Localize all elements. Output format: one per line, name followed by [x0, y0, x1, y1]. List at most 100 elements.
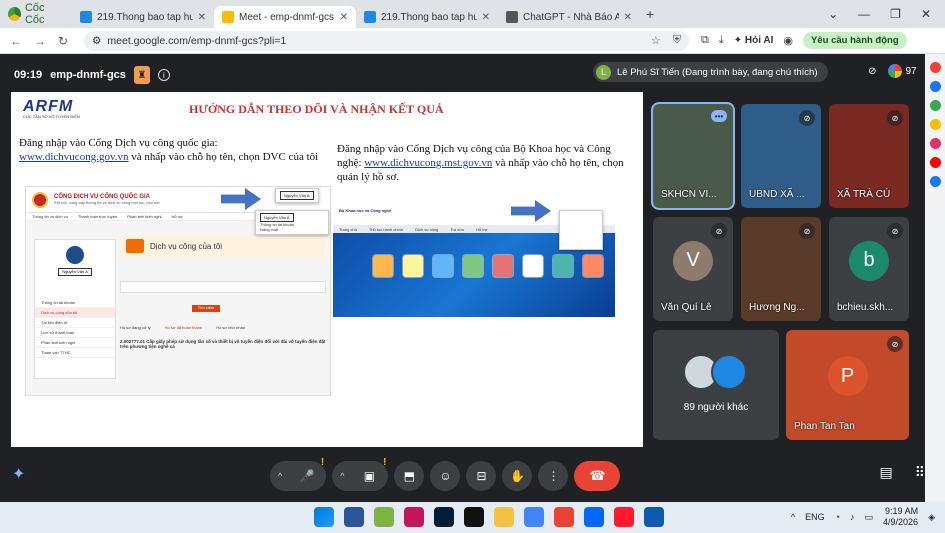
start-icon[interactable] — [314, 507, 334, 527]
notifications-icon[interactable]: ◈ — [928, 512, 935, 523]
camera-options-caret[interactable]: ^ — [336, 471, 348, 481]
clock[interactable]: 9:19 AM 4/9/2026 — [883, 506, 918, 528]
sidebar-app-icon[interactable] — [929, 100, 941, 111]
dropdown-item: Đăng xuất — [260, 227, 279, 232]
dichvucong-link: www.dichvucong.gov.vn — [19, 151, 129, 163]
more-options-button[interactable]: ⋮ — [538, 461, 569, 491]
my-services-header: Dịch vụ công của tôi — [120, 235, 326, 257]
emoji-button[interactable]: ☺ — [430, 461, 461, 491]
chevron-down-icon[interactable]: ⌄ — [828, 7, 838, 21]
others-tile[interactable]: 89 người khác — [653, 330, 779, 440]
close-tab-icon[interactable]: ✕ — [198, 12, 206, 23]
ask-ai-button[interactable]: ✦ Hỏi AI — [734, 35, 774, 46]
host-controls-icon[interactable]: ♜ — [133, 66, 150, 84]
mic-muted-icon: ⊘ — [799, 223, 815, 239]
photoshop-icon[interactable] — [434, 507, 454, 527]
minimize-icon[interactable]: — — [858, 7, 870, 21]
tiktok-icon[interactable] — [464, 507, 484, 527]
warning-icon: ! — [383, 457, 387, 468]
chrome-icon[interactable] — [524, 507, 544, 527]
language-indicator[interactable]: ENG — [805, 512, 825, 522]
participant-tile[interactable]: ••• SKHCN VI... — [653, 104, 733, 208]
browser-tab[interactable]: 219.Thong bao tap huan ve cap ✕ — [356, 6, 498, 28]
word-icon[interactable] — [344, 507, 364, 527]
mic-muted-icon: ⊘ — [887, 336, 903, 352]
service-tile-icon — [463, 255, 483, 277]
chat-icon[interactable]: ▤ — [880, 464, 893, 481]
close-tab-icon[interactable]: ✕ — [340, 12, 348, 23]
browser-tabbar: Cốc Cốc 219.Thong bao tap huan ve cap ✕ … — [0, 0, 945, 28]
close-icon[interactable]: ✕ — [921, 7, 931, 21]
browser-tab[interactable]: ChatGPT - Nhà Báo AI Pro ✕ — [498, 6, 640, 28]
opera-icon[interactable] — [614, 507, 634, 527]
app-icon[interactable] — [404, 507, 424, 527]
google-icon[interactable] — [554, 507, 574, 527]
participant-name: Văn Quí Lê — [661, 302, 712, 313]
mic-button[interactable]: 🎤! — [292, 457, 324, 491]
portal-menu-item: Hỗ trợ — [171, 214, 183, 219]
portal-search-button: Tìm kiếm — [192, 305, 220, 312]
extensions-icon[interactable]: ⧉ — [701, 34, 709, 47]
more-icon[interactable]: ••• — [711, 110, 727, 122]
wifi-icon[interactable]: ◔ — [835, 512, 840, 522]
info-icon[interactable]: i — [157, 69, 170, 81]
mic-options-caret[interactable]: ^ — [274, 471, 286, 481]
participant-tile[interactable]: P ⊘ Phan Tan Tan — [786, 330, 909, 440]
chevron-up-icon[interactable]: ^ — [791, 512, 795, 522]
maximize-icon[interactable]: ❐ — [890, 7, 901, 21]
participants-badge[interactable]: 97 — [888, 64, 917, 78]
url-field[interactable]: ⚙ meet.google.com/emp-dnmf-gcs?pli=1 ☆ ⛨ — [84, 30, 689, 51]
presenter-label: Lê Phú Sĩ Tiến (Đang trình bày, đang chú… — [617, 66, 818, 78]
participant-tile[interactable]: b ⊘ bchieu.skh... — [829, 217, 909, 321]
captions-button[interactable]: ⊟ — [466, 461, 497, 491]
messenger-icon[interactable] — [929, 81, 941, 92]
participant-tile[interactable]: ⊘ XÃ TRÀ CÚ — [829, 104, 909, 208]
volume-icon[interactable]: ♪ — [850, 512, 855, 522]
participant-name: UBND XÃ ... — [749, 189, 805, 200]
mic-muted-icon: ⊘ — [887, 223, 903, 239]
presenter-chip[interactable]: L Lê Phú Sĩ Tiến (Đang trình bày, đang c… — [593, 62, 828, 82]
reload-icon[interactable]: ↻ — [58, 34, 68, 48]
file-explorer-icon[interactable] — [494, 507, 514, 527]
mst-menu-item: Trang chủ — [339, 226, 357, 232]
close-tab-icon[interactable]: ✕ — [624, 12, 632, 23]
captions-off-icon[interactable]: ⊘ — [868, 66, 876, 77]
others-label: 89 người khác — [683, 402, 749, 413]
browser-tab[interactable]: Meet - emp-dnmf-gcs ✕ — [214, 6, 356, 28]
profile-icon[interactable]: ◉ — [783, 34, 793, 47]
camera-button[interactable]: ▣! — [354, 457, 386, 491]
arfm-subtitle: CỤC TẦN SỐ VÔ TUYẾN ĐIỆN — [23, 114, 80, 119]
downloads-icon[interactable]: ⤓ — [719, 34, 724, 47]
gemini-sparkle-icon[interactable]: ✦ — [12, 464, 25, 484]
participant-tile[interactable]: ⊘ UBND XÃ ... — [741, 104, 821, 208]
back-icon[interactable]: ← — [10, 34, 22, 48]
site-info-icon[interactable]: ⚙ — [92, 35, 101, 47]
facebook-icon[interactable] — [929, 176, 941, 187]
battery-icon[interactable]: ▭ — [865, 512, 874, 523]
youtube-icon[interactable] — [929, 157, 941, 168]
browser-tab[interactable]: 219.Thong bao tap huan ve cap ✕ — [72, 6, 214, 28]
side-panel-controls: ▤ ⠿ — [880, 464, 926, 481]
sidebar-app-icon[interactable] — [929, 62, 941, 73]
request-action-button[interactable]: Yêu cầu hành động — [803, 32, 907, 49]
browser-brand[interactable]: Cốc Cốc — [0, 2, 72, 26]
forward-icon[interactable]: → — [34, 34, 46, 48]
instagram-icon[interactable] — [929, 138, 941, 149]
tab-title: 219.Thong bao tap huan ve cap — [381, 11, 477, 23]
present-screen-button[interactable]: ⬒ — [394, 461, 425, 491]
shield-icon[interactable]: ⛨ — [673, 34, 681, 47]
raise-hand-button[interactable]: ✋ — [502, 461, 533, 491]
service-tile-icon — [373, 255, 393, 277]
coccoc-icon[interactable] — [374, 507, 394, 527]
bookmark-icon[interactable]: ☆ — [651, 34, 661, 47]
activities-icon[interactable]: ⠿ — [915, 464, 925, 481]
app-icon[interactable] — [644, 507, 664, 527]
participant-tile[interactable]: ⊘ Hương Ng... — [741, 217, 821, 321]
participant-tile[interactable]: V ⊘ Văn Quí Lê — [653, 217, 733, 321]
window-controls: ⌄ — ❐ ✕ — [828, 7, 945, 21]
close-tab-icon[interactable]: ✕ — [482, 12, 490, 23]
sidebar-app-icon[interactable] — [929, 119, 941, 130]
new-tab-icon[interactable]: + — [646, 6, 654, 22]
leave-call-button[interactable]: ☎ — [574, 461, 621, 491]
zalo-icon[interactable] — [584, 507, 604, 527]
